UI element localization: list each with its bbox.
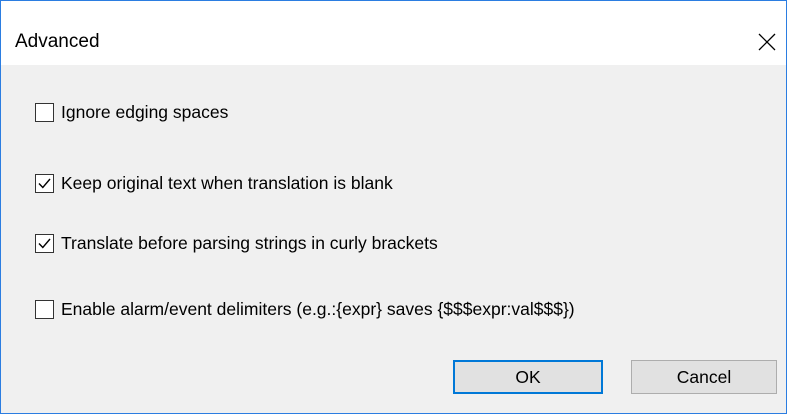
checkmark-icon [38,178,51,189]
option-label: Keep original text when translation is b… [61,173,393,193]
title-bar: Advanced [1,1,786,65]
option-keep-original-text[interactable]: Keep original text when translation is b… [35,171,393,195]
close-icon [758,33,776,51]
ok-button[interactable]: OK [453,360,603,394]
enable-alarm-event-delimiters-checkbox[interactable] [35,299,54,319]
option-enable-alarm-event-delimiters[interactable]: Enable alarm/event delimiters (e.g.:{exp… [35,297,575,321]
close-button[interactable] [746,23,786,61]
option-translate-before-parsing[interactable]: Translate before parsing strings in curl… [35,231,438,255]
window-title: Advanced [15,31,100,52]
keep-original-text-checkbox[interactable] [35,173,54,193]
advanced-dialog: Advanced Ignore edging spaces Keep origi… [0,0,787,414]
cancel-button[interactable]: Cancel [631,360,777,394]
option-label: Ignore edging spaces [61,102,229,122]
checkmark-icon [38,238,51,249]
translate-before-parsing-checkbox[interactable] [35,233,54,253]
ignore-edging-spaces-checkbox[interactable] [35,102,54,122]
option-label: Enable alarm/event delimiters (e.g.:{exp… [61,299,575,319]
option-label: Translate before parsing strings in curl… [61,233,438,253]
option-ignore-edging-spaces[interactable]: Ignore edging spaces [35,100,228,124]
